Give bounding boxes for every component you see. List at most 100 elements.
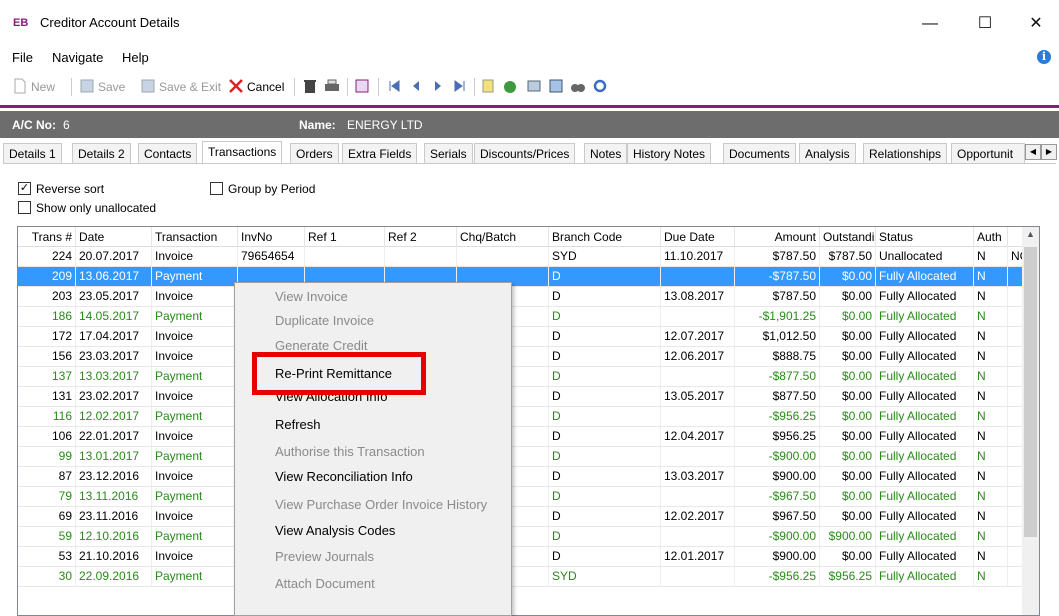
table-row[interactable]: 106 22.01.2017 Invoice D 12.04.2017 $956.25 $0… [18, 427, 1038, 447]
menu-item-duplicate-invoice[interactable]: Duplicate Invoice [275, 310, 374, 332]
save-button[interactable]: Save [98, 76, 125, 98]
scrollbar-thumb[interactable] [1024, 247, 1037, 537]
cancel-button[interactable]: Cancel [247, 76, 284, 98]
reverse-sort-checkbox[interactable]: ✓ [18, 182, 31, 195]
tab-scroll-left-icon[interactable]: ◀ [1025, 144, 1041, 160]
tab-orders[interactable]: Orders [290, 143, 339, 164]
money-bag-icon[interactable] [502, 78, 518, 94]
tab-discounts-prices[interactable]: Discounts/Prices [474, 143, 576, 164]
cell-transaction: Payment [152, 447, 238, 466]
table-row[interactable]: 131 23.02.2017 Invoice D 13.05.2017 $877.50 $0… [18, 387, 1038, 407]
header-auth[interactable]: Auth [974, 227, 1008, 247]
tab-opportunities[interactable]: Opportunit [951, 143, 1025, 164]
menu-item-attach-document[interactable]: Attach Document [275, 573, 375, 595]
new-button[interactable]: New [31, 76, 55, 98]
table-row[interactable]: 172 17.04.2017 Invoice D 12.07.2017 $1,012.50… [18, 327, 1038, 347]
tab-contacts[interactable]: Contacts [138, 143, 198, 164]
menu-navigate[interactable]: Navigate [52, 50, 103, 65]
menu-item-view-invoice[interactable]: View Invoice [275, 286, 348, 308]
find-icon[interactable] [570, 78, 586, 94]
menu-item-view-reconciliation-info[interactable]: View Reconciliation Info [275, 466, 413, 488]
header-ref-1[interactable]: Ref 1 [305, 227, 385, 247]
header-ref-2[interactable]: Ref 2 [385, 227, 457, 247]
tab-notes[interactable]: Notes [584, 143, 628, 164]
table-row[interactable]: 186 14.05.2017 Payment D -$1,901.25 $0.00 Full… [18, 307, 1038, 327]
header-amount[interactable]: Amount [735, 227, 820, 247]
cell-amount: $900.00 [735, 467, 820, 486]
cell-amount: $1,012.50 [735, 327, 820, 346]
table-row[interactable]: 99 13.01.2017 Payment D -$900.00 $0.00 Fully A… [18, 447, 1038, 467]
table-row[interactable]: 116 12.02.2017 Payment D -$956.25 $0.00 Fully … [18, 407, 1038, 427]
table-row[interactable]: 87 23.12.2016 Invoice D 13.03.2017 $900.00 $0.… [18, 467, 1038, 487]
menu-item-refresh[interactable]: Refresh [275, 414, 321, 436]
save-exit-button[interactable]: Save & Exit [159, 76, 221, 98]
window-title: Creditor Account Details [40, 15, 180, 30]
cell-due-date: 13.05.2017 [661, 387, 735, 406]
table-row[interactable]: 137 13.03.2017 Payment D -$877.50 $0.00 Fully … [18, 367, 1038, 387]
cell-amount: $956.25 [735, 427, 820, 446]
header-date[interactable]: Date [76, 227, 152, 247]
table-row[interactable]: 53 21.10.2016 Invoice D 12.01.2017 $900.00 $0.… [18, 547, 1038, 567]
last-record-icon[interactable] [452, 78, 468, 94]
group-by-period-checkbox[interactable] [210, 182, 223, 195]
print-icon[interactable] [324, 78, 340, 94]
cell-due-date: 13.03.2017 [661, 467, 735, 486]
menu-item-authorise-this-transaction[interactable]: Authorise this Transaction [275, 441, 425, 463]
header-chq-batch[interactable]: Chq/Batch [457, 227, 549, 247]
info-icon[interactable]: i [1037, 50, 1051, 64]
header-outstanding[interactable]: Outstanding [820, 227, 876, 247]
menu-file[interactable]: File [12, 50, 33, 65]
grid-view-icon[interactable] [548, 78, 564, 94]
tab-details-1[interactable]: Details 1 [3, 143, 62, 164]
header-trans-number[interactable]: Trans # [18, 227, 76, 247]
menu-item-preview-journals[interactable]: Preview Journals [275, 546, 374, 568]
document-icon[interactable] [480, 78, 496, 94]
table-row[interactable]: 79 13.11.2016 Payment D -$967.50 $0.00 Fully A… [18, 487, 1038, 507]
table-row[interactable]: 156 23.03.2017 Invoice D 12.06.2017 $888.75 $0… [18, 347, 1038, 367]
header-inv-no[interactable]: InvNo [238, 227, 305, 247]
next-record-icon[interactable] [430, 78, 446, 94]
header-due-date[interactable]: Due Date [661, 227, 735, 247]
refresh-icon[interactable] [592, 78, 608, 94]
delete-icon[interactable] [302, 78, 318, 94]
maximize-button[interactable]: ☐ [962, 8, 1008, 40]
cell-transaction: Invoice [152, 327, 238, 346]
tab-transactions[interactable]: Transactions [202, 141, 283, 164]
cell-due-date [661, 527, 735, 546]
menu-item-view-purchase-order-invoice-history[interactable]: View Purchase Order Invoice History [275, 494, 487, 516]
show-unallocated-checkbox[interactable] [18, 201, 31, 214]
vertical-scrollbar[interactable]: ▲ [1022, 227, 1039, 615]
table-row[interactable]: 69 23.11.2016 Invoice D 12.02.2017 $967.50 $0.… [18, 507, 1038, 527]
tab-history-notes[interactable]: History Notes [627, 143, 712, 164]
minimize-button[interactable]: — [907, 8, 953, 40]
table-row[interactable]: 59 12.10.2016 Payment D -$900.00 $900.00 Fully… [18, 527, 1038, 547]
report-icon[interactable] [354, 78, 370, 94]
tab-serials[interactable]: Serials [424, 143, 473, 164]
table-row[interactable]: 209 13.06.2017 Payment D -$787.50 $0.00 Fully … [18, 267, 1038, 287]
cell-status: Fully Allocated [876, 367, 974, 386]
edit-icon[interactable] [526, 78, 542, 94]
cell-outstanding: $0.00 [820, 367, 876, 386]
cell-amount: -$787.50 [735, 267, 820, 286]
table-row[interactable]: 3022.09.2016PaymentCHEQUE3SYD-$956.25$95… [18, 567, 1038, 587]
menu-help[interactable]: Help [122, 50, 149, 65]
transactions-grid[interactable]: Trans # Date Transaction InvNo Ref 1 Ref 2 Chq… [17, 226, 1040, 616]
header-branch-code[interactable]: Branch Code [549, 227, 661, 247]
menu-item-view-analysis-codes[interactable]: View Analysis Codes [275, 520, 395, 542]
close-button[interactable]: ✕ [1013, 8, 1059, 40]
tab-details-2[interactable]: Details 2 [72, 143, 131, 164]
tab-scroll-right-icon[interactable]: ▶ [1041, 144, 1057, 160]
table-row[interactable]: 203 23.05.2017 Invoice D 13.08.2017 $787.50 $0… [18, 287, 1038, 307]
header-status[interactable]: Status [876, 227, 974, 247]
tab-relationships[interactable]: Relationships [863, 143, 948, 164]
cell-branch-code: D [549, 547, 661, 566]
scroll-up-icon[interactable]: ▲ [1022, 229, 1039, 239]
tab-documents[interactable]: Documents [723, 143, 796, 164]
tab-extra-fields[interactable]: Extra Fields [342, 143, 418, 164]
header-transaction[interactable]: Transaction [152, 227, 238, 247]
first-record-icon[interactable] [386, 78, 402, 94]
tab-analysis[interactable]: Analysis [799, 143, 856, 164]
previous-record-icon[interactable] [408, 78, 424, 94]
cell-due-date: 13.08.2017 [661, 287, 735, 306]
table-row[interactable]: 224 20.07.2017 Invoice 79654654 SYD 11.10.201… [18, 247, 1038, 267]
